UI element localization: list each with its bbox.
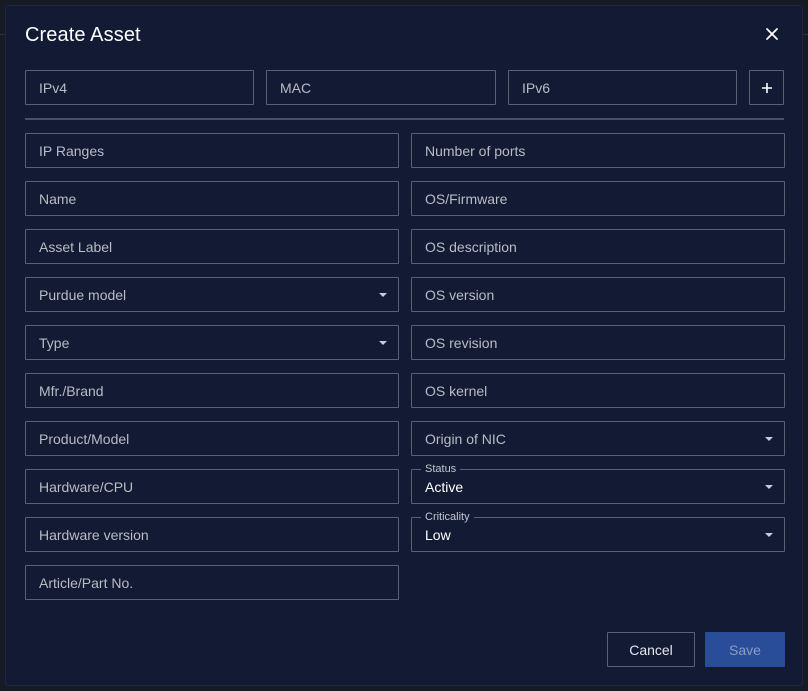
os-version-placeholder: OS version: [425, 286, 495, 303]
ip-ranges-placeholder: IP Ranges: [39, 142, 105, 159]
mfr-brand-input[interactable]: Mfr./Brand: [25, 373, 399, 408]
os-kernel-placeholder: OS kernel: [425, 382, 488, 399]
name-input[interactable]: Name: [25, 181, 399, 216]
ipv4-placeholder: IPv4: [39, 79, 68, 96]
asset-label-placeholder: Asset Label: [39, 238, 113, 255]
dialog-title: Create Asset: [25, 24, 141, 46]
hardware-cpu-placeholder: Hardware/CPU: [39, 478, 134, 495]
asset-label-input[interactable]: Asset Label: [25, 229, 399, 264]
number-of-ports-placeholder: Number of ports: [425, 142, 526, 159]
os-version-input[interactable]: OS version: [411, 277, 785, 312]
status-select[interactable]: Status Active: [411, 463, 785, 504]
os-firmware-input[interactable]: OS/Firmware: [411, 181, 785, 216]
os-description-input[interactable]: OS description: [411, 229, 785, 264]
chevron-down-icon: [765, 484, 773, 489]
purdue-model-placeholder: Purdue model: [39, 286, 127, 303]
cancel-button[interactable]: Cancel: [607, 632, 695, 667]
section-divider: [25, 118, 784, 120]
hardware-cpu-input[interactable]: Hardware/CPU: [25, 469, 399, 504]
chevron-down-icon: [379, 340, 387, 345]
chevron-down-icon: [765, 532, 773, 537]
chevron-down-icon: [379, 292, 387, 297]
ipv4-input[interactable]: IPv4: [25, 70, 254, 105]
os-revision-placeholder: OS revision: [425, 334, 498, 351]
close-icon: [766, 28, 778, 40]
status-label: Status: [421, 463, 461, 475]
os-firmware-placeholder: OS/Firmware: [425, 190, 508, 207]
os-description-placeholder: OS description: [425, 238, 517, 255]
ipv6-input[interactable]: IPv6: [508, 70, 737, 105]
save-button[interactable]: Save: [705, 632, 785, 667]
mac-input[interactable]: MAC: [266, 70, 496, 105]
mfr-brand-placeholder: Mfr./Brand: [39, 382, 104, 399]
origin-of-nic-placeholder: Origin of NIC: [425, 430, 506, 447]
number-of-ports-input[interactable]: Number of ports: [411, 133, 785, 168]
os-kernel-input[interactable]: OS kernel: [411, 373, 785, 408]
criticality-select[interactable]: Criticality Low: [411, 511, 785, 552]
product-model-input[interactable]: Product/Model: [25, 421, 399, 456]
criticality-value: Low: [425, 526, 451, 543]
plus-icon: [761, 82, 772, 93]
hardware-version-placeholder: Hardware version: [39, 526, 149, 543]
article-part-no-input[interactable]: Article/Part No.: [25, 565, 399, 600]
origin-of-nic-select[interactable]: Origin of NIC: [411, 421, 785, 456]
ipv6-placeholder: IPv6: [522, 79, 551, 96]
purdue-model-select[interactable]: Purdue model: [25, 277, 399, 312]
article-part-no-placeholder: Article/Part No.: [39, 574, 134, 591]
hardware-version-input[interactable]: Hardware version: [25, 517, 399, 552]
name-placeholder: Name: [39, 190, 77, 207]
chevron-down-icon: [765, 436, 773, 441]
close-button[interactable]: [760, 22, 784, 46]
mac-placeholder: MAC: [280, 79, 312, 96]
os-revision-input[interactable]: OS revision: [411, 325, 785, 360]
status-value: Active: [425, 478, 464, 495]
create-asset-dialog: Create Asset IPv4 MAC IPv6 IP Ranges Nam…: [5, 5, 803, 686]
type-placeholder: Type: [39, 334, 70, 351]
ip-ranges-input[interactable]: IP Ranges: [25, 133, 399, 168]
product-model-placeholder: Product/Model: [39, 430, 130, 447]
add-address-button[interactable]: [749, 70, 784, 105]
type-select[interactable]: Type: [25, 325, 399, 360]
criticality-label: Criticality: [421, 511, 474, 523]
